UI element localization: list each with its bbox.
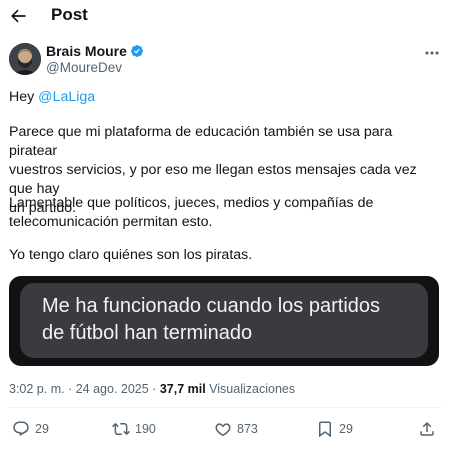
post-meta: 3:02 p. m. · 24 ago. 2025 · 37,7 mil Vis… — [9, 382, 295, 396]
action-bar: 29 190 873 29 — [0, 418, 450, 440]
reply-icon — [13, 421, 29, 436]
back-button[interactable] — [6, 4, 30, 28]
arrow-left-icon — [11, 9, 26, 23]
bookmark-button[interactable]: 29 — [316, 418, 353, 440]
media-image[interactable]: Me ha funcionado cuando los partidos de … — [9, 276, 439, 366]
verified-badge-icon[interactable] — [130, 44, 144, 58]
repost-icon — [112, 422, 130, 436]
like-button[interactable]: 873 — [214, 418, 258, 440]
like-count: 873 — [237, 422, 258, 436]
tweet-paragraph: Yo tengo claro quiénes son los piratas. — [9, 246, 252, 265]
tweet-line: vuestros servicios, y por eso me llegan … — [9, 162, 417, 197]
tweet-line: Yo tengo claro quiénes son los piratas. — [9, 247, 253, 263]
divider — [9, 407, 441, 408]
repost-count: 190 — [135, 422, 156, 436]
reply-count: 29 — [35, 422, 49, 436]
mention-link[interactable]: @LaLiga — [38, 89, 95, 105]
post-time[interactable]: 3:02 p. m. — [9, 382, 65, 396]
meta-separator: · — [64, 382, 76, 396]
greeting-text: Hey — [9, 89, 39, 105]
author-block: Brais Moure @MoureDev — [46, 43, 144, 75]
author-handle[interactable]: @MoureDev — [46, 60, 144, 75]
views-count: 37,7 mil — [159, 382, 206, 396]
post-date[interactable]: 24 ago. 2025 — [76, 382, 149, 396]
bookmark-count: 29 — [339, 422, 353, 436]
share-button[interactable] — [418, 418, 436, 440]
tweet-line: telecomunicación permitan esto. — [9, 214, 213, 230]
tweet-paragraph: Hey @LaLiga — [9, 88, 95, 107]
header-bar: Post — [0, 0, 450, 32]
avatar-image-icon — [9, 43, 41, 75]
bookmark-icon — [319, 421, 331, 438]
tweet-paragraph: Lamentable que políticos, jueces, medios… — [9, 194, 373, 232]
more-dots-icon — [425, 51, 439, 55]
message-line: de fútbol han terminado — [42, 322, 253, 344]
share-icon — [420, 421, 434, 436]
tweet-line: Lamentable que políticos, jueces, medios… — [9, 195, 374, 211]
reply-button[interactable]: 29 — [12, 418, 49, 440]
author-name-row: Brais Moure — [46, 43, 144, 59]
message-line: Me ha funcionado cuando los partidos — [42, 295, 381, 317]
message-text: Me ha funcionado cuando los partidos de … — [42, 293, 380, 347]
views-label: Visualizaciones — [205, 382, 296, 396]
meta-separator: · — [148, 382, 160, 396]
avatar[interactable] — [9, 43, 41, 75]
page-title: Post — [51, 5, 88, 24]
message-bubble: Me ha funcionado cuando los partidos de … — [20, 283, 428, 358]
more-options-button[interactable] — [422, 47, 442, 59]
heart-icon — [215, 423, 231, 437]
author-name[interactable]: Brais Moure — [46, 43, 127, 59]
tweet-line: Parece que mi plataforma de educación ta… — [9, 124, 393, 159]
repost-button[interactable]: 190 — [112, 418, 156, 440]
